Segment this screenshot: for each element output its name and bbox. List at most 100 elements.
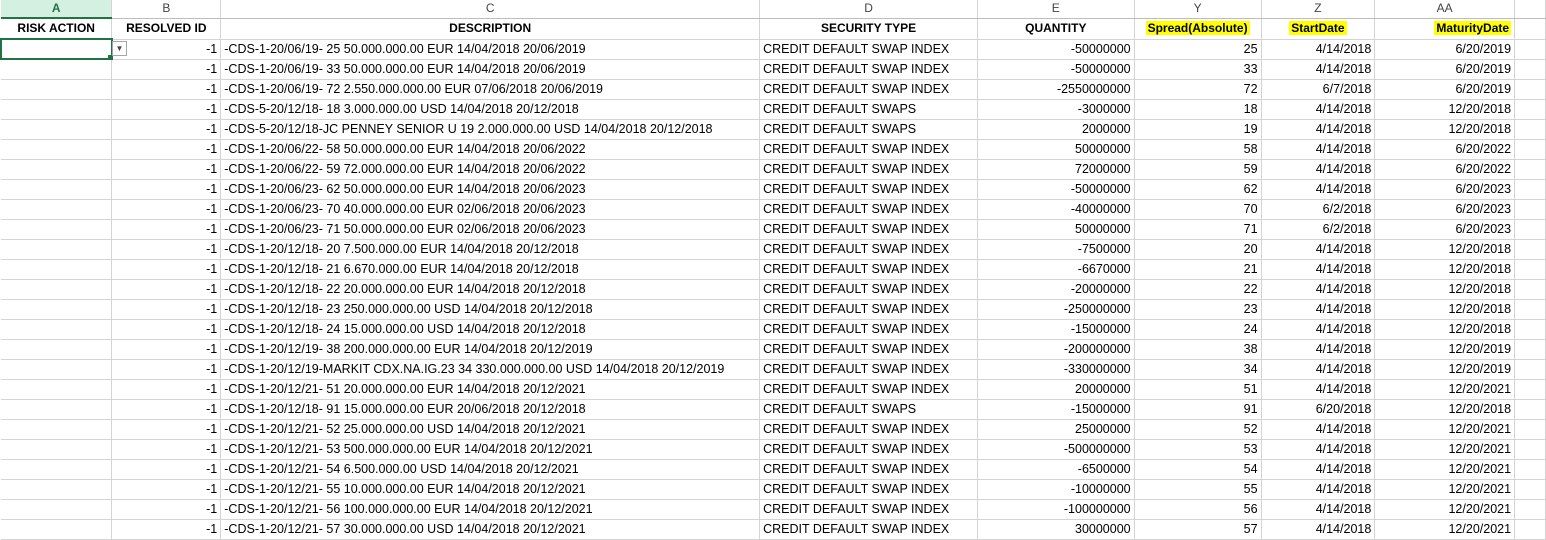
cell-resolved-id[interactable]: -1: [111, 419, 222, 440]
cell-risk-action[interactable]: [1, 499, 113, 520]
selected-cell[interactable]: [0, 38, 113, 60]
cell-start-date[interactable]: 6/20/2018: [1261, 399, 1376, 420]
cell-maturity-date[interactable]: 6/20/2022: [1374, 139, 1516, 160]
cell-resolved-id[interactable]: -1: [111, 319, 222, 340]
cell-risk-action[interactable]: [1, 59, 113, 80]
cell-quantity[interactable]: -100000000: [977, 499, 1135, 520]
cell-start-date[interactable]: 4/14/2018: [1261, 519, 1376, 540]
cell-description[interactable]: -CDS-1-20/12/21- 57 30.000.000.00 USD 14…: [220, 519, 761, 540]
cell-resolved-id[interactable]: -1: [111, 139, 222, 160]
cell-description[interactable]: -CDS-1-20/12/18- 24 15.000.000.00 USD 14…: [220, 319, 761, 340]
cell-resolved-id[interactable]: -1: [111, 119, 222, 140]
cell-maturity-date[interactable]: 12/20/2018: [1374, 299, 1516, 320]
cell-description[interactable]: -CDS-1-20/12/21- 51 20.000.000.00 EUR 14…: [220, 379, 761, 400]
cell-maturity-date[interactable]: 12/20/2021: [1374, 379, 1516, 400]
cell-resolved-id[interactable]: -1: [111, 359, 222, 380]
cell-spread[interactable]: 51: [1134, 379, 1262, 400]
cell-risk-action[interactable]: [1, 179, 113, 200]
cell-quantity[interactable]: -330000000: [977, 359, 1135, 380]
cell-next-partial[interactable]: [1514, 339, 1546, 360]
cell-quantity[interactable]: -6670000: [977, 259, 1135, 280]
cell-next-partial[interactable]: [1514, 519, 1546, 540]
cell-risk-action[interactable]: [1, 519, 113, 540]
cell-security-type[interactable]: CREDIT DEFAULT SWAP INDEX: [759, 219, 978, 240]
cell-risk-action[interactable]: [1, 339, 113, 360]
cell-description[interactable]: -CDS-1-20/06/19- 25 50.000.000.00 EUR 14…: [220, 39, 761, 60]
cell-start-date[interactable]: 4/14/2018: [1261, 139, 1376, 160]
header-maturity-date[interactable]: MaturityDate: [1374, 18, 1516, 40]
cell-next-partial[interactable]: [1514, 119, 1546, 140]
cell-security-type[interactable]: CREDIT DEFAULT SWAP INDEX: [759, 79, 978, 100]
cell-next-partial[interactable]: [1514, 379, 1546, 400]
cell-quantity[interactable]: 20000000: [977, 379, 1135, 400]
cell-security-type[interactable]: CREDIT DEFAULT SWAP INDEX: [759, 239, 978, 260]
cell-quantity[interactable]: 50000000: [977, 139, 1135, 160]
cell-security-type[interactable]: CREDIT DEFAULT SWAP INDEX: [759, 159, 978, 180]
cell-risk-action[interactable]: [1, 399, 113, 420]
cell-description[interactable]: -CDS-1-20/06/22- 59 72.000.000.00 EUR 14…: [220, 159, 761, 180]
cell-description[interactable]: -CDS-1-20/06/19- 72 2.550.000.000.00 EUR…: [220, 79, 761, 100]
cell-security-type[interactable]: CREDIT DEFAULT SWAP INDEX: [759, 379, 978, 400]
cell-security-type[interactable]: CREDIT DEFAULT SWAP INDEX: [759, 39, 978, 60]
cell-spread[interactable]: 18: [1134, 99, 1262, 120]
cell-maturity-date[interactable]: 12/20/2018: [1374, 239, 1516, 260]
cell-resolved-id[interactable]: -1: [111, 519, 222, 540]
cell-spread[interactable]: 20: [1134, 239, 1262, 260]
cell-next-partial[interactable]: [1514, 39, 1546, 60]
cell-next-partial[interactable]: [1514, 199, 1546, 220]
cell-risk-action[interactable]: [1, 359, 113, 380]
cell-spread[interactable]: 21: [1134, 259, 1262, 280]
cell-risk-action[interactable]: [1, 479, 113, 500]
cell-description[interactable]: -CDS-1-20/06/23- 70 40.000.000.00 EUR 02…: [220, 199, 761, 220]
cell-security-type[interactable]: CREDIT DEFAULT SWAP INDEX: [759, 139, 978, 160]
cell-start-date[interactable]: 4/14/2018: [1261, 439, 1376, 460]
cell-spread[interactable]: 38: [1134, 339, 1262, 360]
cell-risk-action[interactable]: [1, 239, 113, 260]
cell-start-date[interactable]: 4/14/2018: [1261, 319, 1376, 340]
cell-description[interactable]: -CDS-5-20/12/18- 18 3.000.000.00 USD 14/…: [220, 99, 761, 120]
cell-risk-action[interactable]: [1, 379, 113, 400]
cell-description[interactable]: -CDS-1-20/06/22- 58 50.000.000.00 EUR 14…: [220, 139, 761, 160]
cell-spread[interactable]: 58: [1134, 139, 1262, 160]
cell-spread[interactable]: 23: [1134, 299, 1262, 320]
cell-start-date[interactable]: 4/14/2018: [1261, 419, 1376, 440]
cell-spread[interactable]: 71: [1134, 219, 1262, 240]
cell-quantity[interactable]: -10000000: [977, 479, 1135, 500]
cell-description[interactable]: -CDS-1-20/12/18- 23 250.000.000.00 USD 1…: [220, 299, 761, 320]
cell-start-date[interactable]: 4/14/2018: [1261, 339, 1376, 360]
cell-quantity[interactable]: -2550000000: [977, 79, 1135, 100]
cell-next-partial[interactable]: [1514, 479, 1546, 500]
cell-description[interactable]: -CDS-1-20/12/18- 20 7.500.000.00 EUR 14/…: [220, 239, 761, 260]
cell-description[interactable]: -CDS-1-20/06/19- 33 50.000.000.00 EUR 14…: [220, 59, 761, 80]
cell-resolved-id[interactable]: -1: [111, 219, 222, 240]
cell-description[interactable]: -CDS-1-20/12/19-MARKIT CDX.NA.IG.23 34 3…: [220, 359, 761, 380]
cell-resolved-id[interactable]: -1: [111, 339, 222, 360]
cell-next-partial[interactable]: [1514, 139, 1546, 160]
cell-maturity-date[interactable]: 12/20/2018: [1374, 259, 1516, 280]
cell-maturity-date[interactable]: 6/20/2019: [1374, 79, 1516, 100]
cell-security-type[interactable]: CREDIT DEFAULT SWAP INDEX: [759, 419, 978, 440]
header-start-date[interactable]: StartDate: [1261, 18, 1376, 40]
cell-quantity[interactable]: -3000000: [977, 99, 1135, 120]
cell-start-date[interactable]: 4/14/2018: [1261, 499, 1376, 520]
column-letter-z[interactable]: Z: [1261, 0, 1376, 19]
cell-next-partial[interactable]: [1514, 399, 1546, 420]
cell-next-partial[interactable]: [1514, 79, 1546, 100]
column-letter-next[interactable]: [1514, 0, 1546, 19]
cell-description[interactable]: -CDS-1-20/06/23- 62 50.000.000.00 EUR 14…: [220, 179, 761, 200]
cell-spread[interactable]: 52: [1134, 419, 1262, 440]
cell-security-type[interactable]: CREDIT DEFAULT SWAP INDEX: [759, 519, 978, 540]
cell-start-date[interactable]: 4/14/2018: [1261, 379, 1376, 400]
column-letter-c[interactable]: C: [220, 0, 761, 19]
cell-quantity[interactable]: -50000000: [977, 39, 1135, 60]
cell-quantity[interactable]: -20000000: [977, 279, 1135, 300]
cell-description[interactable]: -CDS-1-20/12/19- 38 200.000.000.00 EUR 1…: [220, 339, 761, 360]
cell-security-type[interactable]: CREDIT DEFAULT SWAP INDEX: [759, 299, 978, 320]
cell-start-date[interactable]: 4/14/2018: [1261, 39, 1376, 60]
cell-maturity-date[interactable]: 12/20/2021: [1374, 499, 1516, 520]
cell-start-date[interactable]: 4/14/2018: [1261, 279, 1376, 300]
cell-next-partial[interactable]: [1514, 99, 1546, 120]
cell-security-type[interactable]: CREDIT DEFAULT SWAP INDEX: [759, 259, 978, 280]
cell-description[interactable]: -CDS-1-20/12/21- 56 100.000.000.00 EUR 1…: [220, 499, 761, 520]
cell-maturity-date[interactable]: 6/20/2023: [1374, 199, 1516, 220]
